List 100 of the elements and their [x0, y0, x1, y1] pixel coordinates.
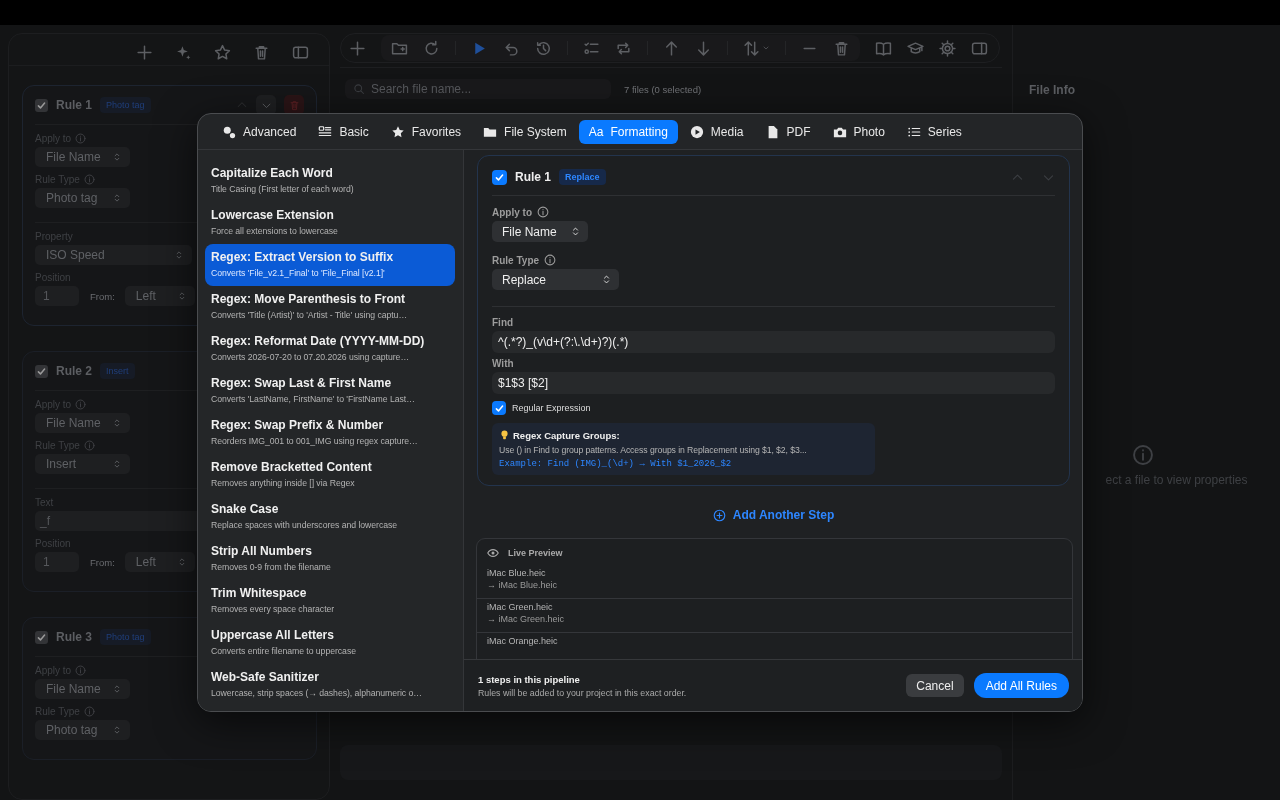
trash-icon	[288, 99, 300, 111]
trash-icon[interactable]	[833, 39, 850, 57]
preset-item[interactable]: Capitalize Each Word Title Casing (First letter of each word)	[205, 160, 455, 202]
hint-title: Regex Capture Groups:	[513, 429, 620, 441]
preset-item[interactable]: Lowercase Extension Force all extensions to lowercase	[205, 202, 455, 244]
preset-item[interactable]: Web-Safe Sanitizer Lowercase, strip spaces (→ dashes), alphanumeric o…	[205, 664, 455, 706]
preset-item[interactable]: Regex: Extract Version to Suffix Converts 'File_v2.1_Final' to 'File_Final [v2.1]'	[205, 244, 455, 286]
footer-title: 1 steps in this pipeline	[478, 673, 581, 685]
tab-glyph: Aa	[588, 124, 604, 139]
add-step-link[interactable]: Add Another Step	[712, 508, 835, 522]
preset-description: Title Casing (First letter of each word)	[211, 183, 355, 196]
tab[interactable]: Basic	[308, 119, 379, 144]
check-icon	[36, 99, 47, 111]
preset-item[interactable]: Uppercase All Letters Converts entire filename to uppercase	[205, 622, 455, 664]
preset-description: Converts 2026-07-20 to 07.20.2026 using capture…	[211, 351, 411, 364]
info-icon	[75, 665, 87, 676]
checkbox-label: Regular Expression	[512, 403, 591, 413]
list-icon	[318, 124, 333, 139]
tab[interactable]: Advanced	[212, 119, 307, 144]
info-icon	[83, 706, 95, 717]
delete-button[interactable]	[284, 95, 304, 115]
preset-title: Regex: Reformat Date (YYYY-MM-DD)	[211, 334, 426, 349]
select-field[interactable]: Replace	[492, 269, 619, 290]
settings-icon[interactable]	[939, 39, 956, 57]
chevron-updown-icon	[601, 274, 612, 285]
rule-type-tag: Insert	[100, 363, 135, 379]
refresh-icon[interactable]	[423, 39, 440, 57]
sidebar-icon[interactable]	[971, 39, 988, 57]
check-icon	[36, 631, 47, 643]
cancel-button[interactable]: Cancel	[906, 674, 964, 697]
preset-item[interactable]: Snake Case Replace spaces with underscores and lowercase	[205, 496, 455, 538]
preset-description: Converts entire filename to uppercase	[211, 645, 357, 658]
rule-title: Rule 1	[515, 170, 551, 184]
original-name: iMac Orange.heic	[487, 635, 559, 647]
preset-description: Removes anything inside [] via Regex	[211, 477, 356, 490]
arrow-down-icon[interactable]	[695, 39, 712, 57]
preset-title: Regex: Swap Prefix & Number	[211, 418, 385, 433]
checkbox[interactable]	[35, 364, 48, 378]
preset-item[interactable]: Strip All Numbers Removes 0-9 from the filename	[205, 538, 455, 580]
check-icon	[36, 365, 47, 377]
sparkle-icon[interactable]	[175, 44, 192, 61]
info-icon	[537, 206, 549, 218]
history-icon[interactable]	[535, 39, 552, 57]
tab[interactable]: File System	[473, 119, 577, 144]
replacement-field[interactable]: $1$3 [$2]	[492, 372, 1055, 394]
preset-item[interactable]: Regex: Swap Last & First Name Converts 'LastName, FirstName' to 'FirstName Last…	[205, 370, 455, 412]
preset-description: Converts 'Title (Artist)' to 'Artist - Title' using captu…	[211, 309, 409, 322]
preset-description: Force all extensions to lowercase	[211, 225, 339, 238]
tab[interactable]: PDF	[755, 119, 821, 144]
hint-example: Example: Find (IMG)_(\d+) → With $1_2026_$2	[499, 459, 733, 469]
select-field[interactable]: File Name	[492, 221, 588, 242]
field-label: From:	[90, 290, 115, 302]
preset-item[interactable]: Regex: Move Parenthesis to Front Converts 'Title (Artist)' to 'Artist - Title' using captu…	[205, 286, 455, 328]
footer-subtitle: Rules will be added to your project in this exact order.	[478, 687, 688, 698]
tab[interactable]: Media	[679, 119, 754, 144]
star-icon	[390, 124, 405, 139]
add-icon[interactable]	[136, 44, 153, 61]
preset-item[interactable]: Regex: Reformat Date (YYYY-MM-DD) Converts 2026-07-20 to 07.20.2026 using capture…	[205, 328, 455, 370]
find-field[interactable]: ^(.*?)_(v\d+(?:\.\d+)?)(.*)	[492, 331, 1055, 353]
star-icon[interactable]	[214, 44, 231, 61]
chevron-updown-icon	[112, 152, 122, 162]
tab[interactable]: Photo	[822, 119, 895, 144]
preset-title: Regex: Extract Version to Suffix	[211, 250, 395, 265]
info-icon	[83, 174, 95, 185]
checkbox[interactable]	[35, 98, 48, 112]
info-icon	[544, 254, 557, 266]
preset-title: Regex: Move Parenthesis to Front	[211, 292, 407, 307]
repeat-icon[interactable]	[615, 39, 632, 57]
checkbox[interactable]	[492, 169, 507, 185]
check-icon	[493, 402, 505, 414]
tab[interactable]: Favorites	[380, 119, 472, 144]
info-icon	[75, 133, 87, 144]
checkbox[interactable]	[492, 401, 506, 415]
preset-item[interactable]: Remove Bracketted Content Removes anything inside [] via Regex	[205, 454, 455, 496]
file-count: 7 files (0 selected)	[624, 83, 702, 95]
preset-item[interactable]: Trim Whitespace Removes every space character	[205, 580, 455, 622]
sidebar-icon[interactable]	[292, 44, 309, 61]
preset-title: Trim Whitespace	[211, 586, 308, 601]
add-all-rules-button[interactable]: Add All Rules	[973, 673, 1069, 698]
field-label: Find	[492, 317, 515, 328]
tab[interactable]: Aa Formatting	[578, 119, 678, 144]
preset-description: Removes every space character	[211, 603, 336, 616]
move-down-button[interactable]	[256, 95, 276, 115]
plus-circle-icon	[712, 508, 726, 522]
original-name: iMac Blue.heic	[487, 567, 547, 579]
add-icon[interactable]	[349, 39, 366, 57]
preset-title: Regex: Swap Last & First Name	[211, 376, 393, 391]
book-icon[interactable]	[875, 39, 892, 57]
preset-title: Remove Bracketted Content	[211, 460, 373, 475]
sort-menu[interactable]	[743, 39, 770, 57]
trash-icon[interactable]	[253, 44, 270, 61]
preset-title: Lowercase Extension	[211, 208, 335, 223]
preset-item[interactable]: Regex: Swap Prefix & Number Reorders IMG_001 to 001_IMG using regex capture…	[205, 412, 455, 454]
info-icon	[1131, 444, 1154, 466]
play-icon	[689, 124, 704, 139]
checkbox[interactable]	[35, 630, 48, 644]
tab[interactable]: Series	[896, 119, 972, 144]
checklist-icon[interactable]	[583, 39, 600, 57]
arrow-up-icon[interactable]	[663, 39, 680, 57]
graduation-cap-icon[interactable]	[907, 39, 924, 57]
